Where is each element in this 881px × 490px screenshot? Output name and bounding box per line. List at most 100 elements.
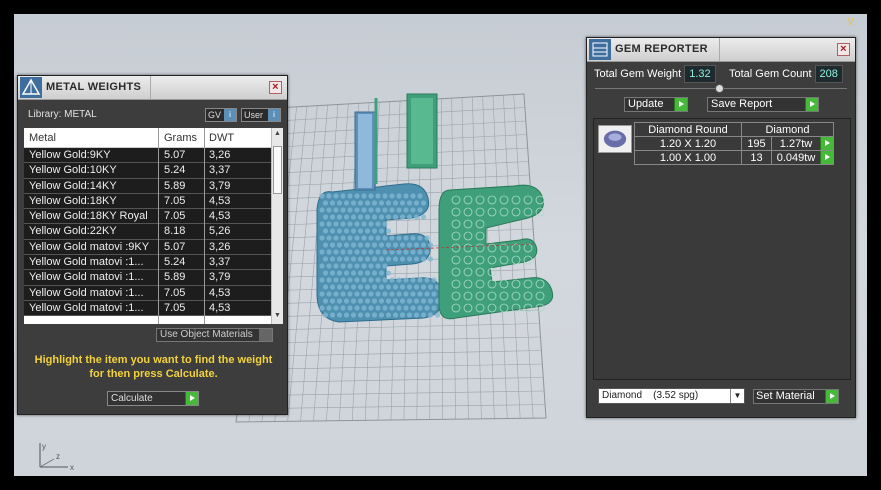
metal-row[interactable]: Yellow Gold:14KY 5.89 3,79 [24,178,283,194]
library-bar: Library: METAL GV i User i [18,100,287,126]
play-icon[interactable] [820,151,833,164]
gem-shape-header: Diamond Round [634,122,742,137]
metal-row[interactable]: Yellow Gold:22KY 8.18 5,26 [24,224,283,240]
close-icon[interactable]: × [269,81,282,94]
metal-row[interactable]: Yellow Gold matovi :1... 7.05 4,53 [24,300,283,317]
gem-count: 195 [741,136,772,151]
metal-cell-dwt: 3,26 [209,240,231,253]
metal-cell-grams: 5.24 [164,164,186,177]
gem-size: 1.00 X 1.00 [634,150,742,165]
material-select[interactable]: Diamond (3.52 spg) ▼ [598,388,745,404]
calculate-label: Calculate [111,393,153,404]
set-material-label: Set Material [756,390,815,402]
total-gem-weight-value: 1.32 [684,65,716,83]
metal-table-scrollbar[interactable]: ▲ ▼ [271,128,283,324]
gem-list[interactable]: Diamond Round Diamond 1.20 X 1.20 195 1.… [593,118,851,380]
metal-row[interactable]: Yellow Gold:18KY 7.05 4,53 [24,193,283,210]
scroll-up-icon[interactable]: ▲ [273,130,282,140]
metal-cell-dwt: 3,37 [209,256,231,269]
metal-cell-metal: Yellow Gold matovi :1... [29,301,144,314]
gem-reporter-panel: GEM REPORTER × Total Gem Weight 1.32 Tota… [586,37,856,418]
axis-x-label: x [70,463,74,472]
material-select-value: Diamond (3.52 spg) [602,390,699,401]
metal-cell-dwt: 4,53 [209,286,231,299]
update-button[interactable]: Update [624,97,688,112]
metal-row[interactable]: Yellow Gold:9KY 5.07 3,26 [24,148,283,164]
gem-row[interactable]: 1.00 X 1.00 13 0.049tw [634,150,834,165]
metal-cell-metal: Yellow Gold matovi :9KY [29,240,150,253]
metal-row[interactable]: Yellow Gold matovi :1... 5.24 3,37 [24,255,283,271]
play-icon [805,98,818,111]
play-icon [825,390,838,403]
prong-bar-right [406,93,438,169]
prong-bar-left [354,98,378,191]
report-slider-knob[interactable] [715,84,724,93]
metal-cell-grams: 5.89 [164,271,186,284]
library-label: Library: METAL [28,109,97,120]
metal-cell-metal: Yellow Gold:10KY [29,164,117,177]
info-icon: i [224,109,236,121]
metal-cell-grams: 7.05 [164,210,186,223]
use-object-materials-label: Use Object Materials [160,329,253,340]
axis-z-label: z [56,452,60,461]
col-grams[interactable]: Grams [164,132,197,144]
user-label: User [244,110,264,120]
save-report-button[interactable]: Save Report [707,97,819,112]
metal-row[interactable]: Yellow Gold matovi :9KY 5.07 3,26 [24,239,283,256]
play-icon[interactable] [820,137,833,150]
gem-count: 13 [741,150,772,165]
metal-cell-metal: Yellow Gold:22KY [29,225,117,238]
metal-weights-logo-icon [20,77,42,98]
scroll-thumb[interactable] [273,146,282,194]
metal-cell-dwt: 4,53 [209,194,231,207]
axis-y-label: y [42,442,46,451]
metal-cell-dwt: 3,26 [209,149,231,161]
gem-reporter-titlebar[interactable]: GEM REPORTER × [587,38,855,62]
total-gem-weight-label: Total Gem Weight [594,68,682,80]
gem-reporter-title: GEM REPORTER [615,43,708,55]
chevron-down-icon[interactable]: ▼ [730,389,744,403]
metal-row[interactable]: Yellow Gold matovi :1... 5.89 3,79 [24,270,283,286]
metal-row[interactable]: Yellow Gold:18KY Royal 7.05 4,53 [24,209,283,225]
checkbox-icon[interactable] [259,329,272,341]
metal-cell-dwt: 4,53 [209,301,231,314]
metal-cell-grams: 5.24 [164,256,186,269]
gem-reporter-logo-icon [589,39,611,60]
metal-cell-metal: Yellow Gold:9KY [29,149,111,161]
scroll-down-icon[interactable]: ▼ [273,312,282,322]
close-icon[interactable]: × [837,43,850,56]
use-object-materials-toggle[interactable]: Use Object Materials [156,328,273,342]
play-icon [185,392,198,405]
gem-size: 1.20 X 1.20 [634,136,742,151]
metal-cell-metal: Yellow Gold matovi :1... [29,286,144,299]
info-icon: i [268,109,280,121]
metal-cell-grams: 5.89 [164,179,186,192]
metal-e-frame[interactable] [438,184,554,320]
set-material-button[interactable]: Set Material [753,389,839,404]
metal-cell-dwt: 3,79 [209,271,231,284]
metal-cell-dwt: 3,79 [209,179,231,192]
metal-row[interactable]: Yellow Gold:10KY 5.24 3,37 [24,163,283,179]
metal-row[interactable]: Yellow Gold matovi :1... 7.05 4,53 [24,285,283,301]
gem-row[interactable]: 1.20 X 1.20 195 1.27tw [634,136,834,151]
metal-cell-metal: Yellow Gold:18KY Royal [29,210,148,223]
col-metal[interactable]: Metal [29,132,56,144]
metal-table[interactable]: Metal Grams DWT Yellow Gold:9KY 5.07 3,26 Y… [24,128,283,324]
gem-weight: 1.27tw [771,136,834,151]
user-dropdown[interactable]: User i [241,108,281,122]
metal-cell-grams: 7.05 [164,301,186,314]
calculate-button[interactable]: Calculate [107,391,199,406]
metal-cell-grams: 5.07 [164,240,186,253]
instruction-text: Highlight the item you want to find the … [34,354,273,380]
gem-table: Diamond Round Diamond 1.20 X 1.20 195 1.… [634,122,834,165]
metal-weights-titlebar[interactable]: METAL WEIGHTS × [18,76,287,100]
col-dwt[interactable]: DWT [209,132,234,144]
metal-weights-panel: METAL WEIGHTS × Library: METAL GV i User… [17,75,288,415]
gv-dropdown[interactable]: GV i [205,108,237,122]
gem-weight: 0.049tw [771,150,834,165]
metal-cell-metal: Yellow Gold matovi :1... [29,271,144,284]
gem-table-header: Diamond Round Diamond [634,122,834,137]
total-gem-count-label: Total Gem Count [729,68,812,80]
gem-e-model[interactable] [316,183,444,323]
metal-cell-metal: Yellow Gold matovi :1... [29,256,144,269]
